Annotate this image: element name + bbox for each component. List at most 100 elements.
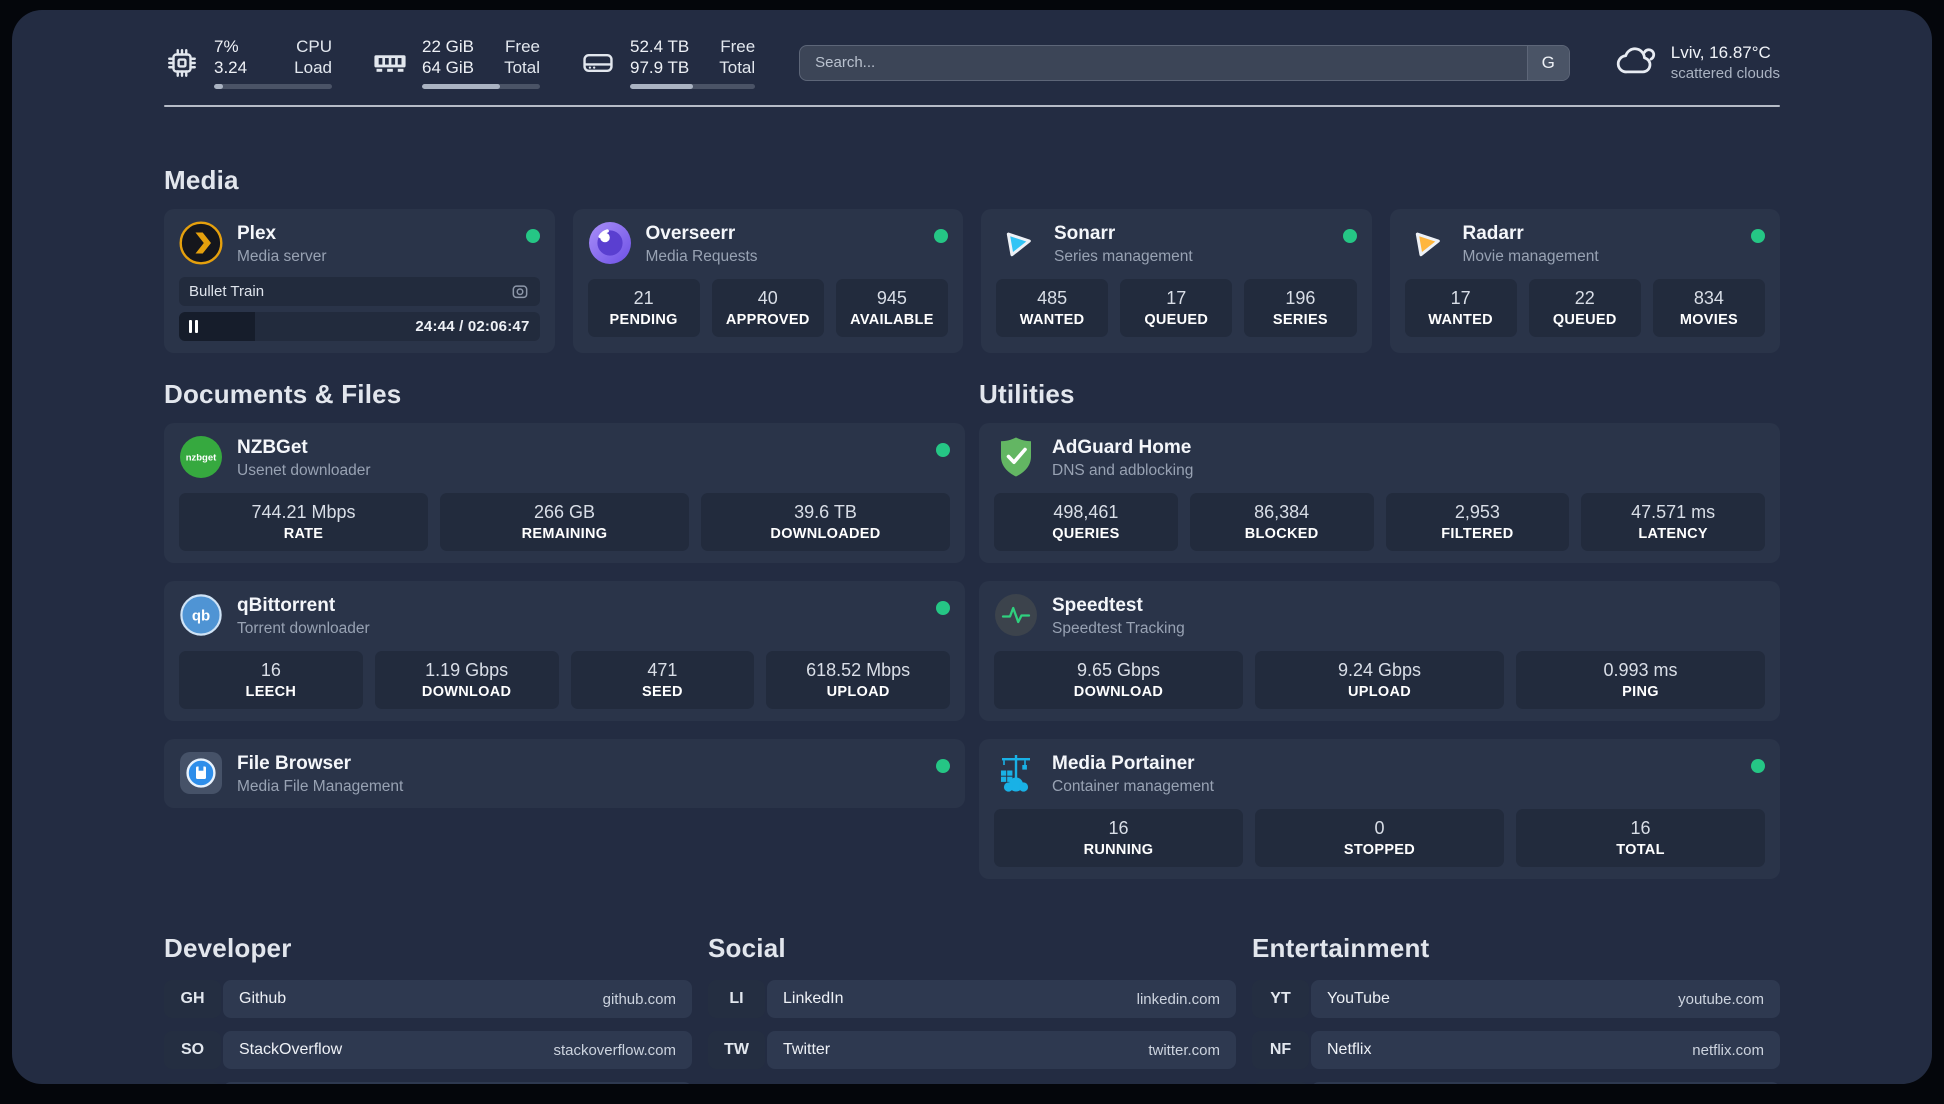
link-main[interactable]: Redditreddit.com: [1311, 1082, 1780, 1084]
link-main[interactable]: YouTube youtube.com: [1311, 980, 1780, 1018]
stat-label: UPLOAD: [1347, 684, 1412, 700]
app-card-speedtest[interactable]: Speedtest Speedtest Tracking 9.65 Gbps DOWN…: [979, 581, 1780, 721]
link-row-twitter[interactable]: TW Twitter twitter.com: [708, 1031, 1236, 1069]
stat-box: 485 WANTED: [996, 279, 1109, 337]
link-row-github[interactable]: GH Github github.com: [164, 980, 692, 1018]
stat-label: TOTAL: [1616, 842, 1665, 858]
link-row-youtube[interactable]: YT YouTube youtube.com: [1252, 980, 1780, 1018]
link-url: linkedin.com: [1136, 990, 1220, 1008]
stat-label: REMAINING: [521, 526, 608, 542]
app-card-media-portainer[interactable]: Media Portainer Container management 16 RUN…: [979, 739, 1780, 879]
link-row-stackoverflow[interactable]: SO StackOverflow stackoverflow.com: [164, 1031, 692, 1069]
metric-values: 22 GiB Free 64 GiB Total: [422, 36, 540, 89]
metric-label: Free: [720, 37, 756, 56]
app-name: AdGuard Home: [1052, 437, 1192, 458]
stat-value: 9.24 Gbps: [1337, 660, 1422, 680]
stat-label: SERIES: [1272, 312, 1328, 328]
app-card-text: AdGuard Home DNS and adblocking: [1052, 435, 1765, 480]
stat-box: 17 QUEUED: [1120, 279, 1233, 337]
stat-box: 744.21 Mbps RATE: [179, 493, 428, 551]
stat-label: LEECH: [245, 684, 297, 700]
stat-box: 1.19 Gbps DOWNLOAD: [374, 651, 559, 709]
app-card-header: nzbget NZBGet Usenet downloader: [179, 435, 950, 480]
status-online-dot: [936, 601, 950, 615]
link-rows: YT YouTube youtube.com NF Netflix netflix.com…: [1252, 980, 1780, 1084]
app-name: File Browser: [237, 753, 352, 774]
stat-label: WANTED: [1019, 312, 1085, 328]
app-card-nzbget[interactable]: nzbget NZBGet Usenet downloader 744.21 Mbps…: [164, 423, 965, 563]
stat-value: 834: [1693, 288, 1724, 308]
link-url: netflix.com: [1692, 1041, 1764, 1059]
app-card-radarr[interactable]: Radarr Movie management 17 WANTED 22 QUEUED 83…: [1389, 209, 1780, 353]
stat-label: QUEUED: [1552, 312, 1617, 328]
stat-box-row: 744.21 Mbps RATE 266 GB REMAINING 39.6 TB DOW…: [179, 493, 950, 551]
link-url: stackoverflow.com: [553, 1041, 676, 1059]
link-main[interactable]: Netflix netflix.com: [1311, 1031, 1780, 1069]
metric-value: 64 GiB: [422, 58, 474, 77]
cpu-icon: [164, 45, 200, 81]
link-sections: Developer GH Github github.com SO StackOverfl…: [164, 933, 1780, 1084]
usage-bar: [214, 84, 332, 89]
stat-box-row: 16 RUNNING 0 STOPPED 16 TOTAL: [994, 809, 1765, 867]
app-card-plex[interactable]: Plex Media server Bullet Train 24:44 / 02:0…: [164, 209, 555, 353]
stat-label: WANTED: [1428, 312, 1493, 328]
metric-value: 7%: [214, 37, 239, 56]
stat-box: 21 PENDING: [587, 279, 700, 337]
stat-label: RUNNING: [1083, 842, 1154, 858]
metric-label: Total: [719, 58, 756, 77]
stat-label: STOPPED: [1343, 842, 1416, 858]
link-main[interactable]: DEVdev.to: [223, 1082, 692, 1084]
stat-box-row: 485 WANTED 17 QUEUED 196 SERIES: [996, 279, 1357, 337]
weather-condition: scattered clouds: [1670, 65, 1780, 82]
search-input[interactable]: [800, 54, 1527, 71]
pause-button[interactable]: [189, 320, 198, 333]
playback-time: 24:44 / 02:06:47: [415, 318, 530, 335]
app-card-header: AdGuard Home DNS and adblocking: [994, 435, 1765, 480]
usage-bar-fill: [422, 84, 500, 89]
app-card-file-browser[interactable]: File Browser Media File Management: [164, 739, 965, 808]
app-card-header: qb qBittorrent Torrent downloader: [179, 593, 950, 638]
status-online-dot: [936, 759, 950, 773]
app-card-header: Overseerr Media Requests: [588, 221, 948, 266]
section-social: Social LI LinkedIn linkedin.com TW Twitter twi…: [708, 933, 1236, 1084]
stat-value: 16: [1630, 818, 1651, 838]
stat-label: DOWNLOAD: [421, 684, 512, 700]
stat-value: 618.52 Mbps: [806, 660, 911, 680]
stat-value: 266 GB: [533, 502, 596, 522]
stat-box: 498,461 QUERIES: [994, 493, 1178, 551]
stat-box: 47.571 ms LATENCY: [1581, 493, 1765, 551]
link-main[interactable]: LinkedIn linkedin.com: [767, 980, 1236, 1018]
stat-label: FILTERED: [1441, 526, 1514, 542]
section-title-documents: Documents & Files: [164, 379, 402, 409]
app-card-text: Radarr Movie management: [1463, 221, 1738, 266]
qbittorrent-icon: qb: [179, 593, 223, 637]
overseerr-icon: [588, 221, 632, 265]
stat-value: 471: [647, 660, 678, 680]
stat-box-row: 498,461 QUERIES 86,384 BLOCKED 2,953 FILTERED…: [994, 493, 1765, 551]
link-main[interactable]: StackOverflow stackoverflow.com: [223, 1031, 692, 1069]
link-row-dev[interactable]: DTDEVdev.to: [164, 1082, 692, 1084]
status-online-dot: [1342, 229, 1357, 243]
stat-value: 17: [1450, 288, 1471, 308]
app-card-sonarr[interactable]: Sonarr Series management 485 WANTED 17 QUEUED…: [981, 209, 1372, 353]
app-card-qbittorrent[interactable]: qb qBittorrent Torrent downloader 16 LEECH 1.…: [164, 581, 965, 721]
app-name: Sonarr: [1054, 223, 1116, 244]
usage-bar-fill: [214, 84, 224, 89]
search-engine-button[interactable]: G: [1526, 45, 1569, 80]
link-row-reddit[interactable]: RERedditreddit.com: [1252, 1082, 1780, 1084]
link-main[interactable]: Github github.com: [223, 980, 692, 1018]
playback-progress-bar[interactable]: 24:44 / 02:06:47: [179, 312, 540, 341]
adguard-icon: [994, 435, 1038, 479]
link-row-linkedin[interactable]: LI LinkedIn linkedin.com: [708, 980, 1236, 1018]
metric-row: 52.4 TB Free: [630, 36, 755, 57]
app-card-overseerr[interactable]: Overseerr Media Requests 21 PENDING 40 APPROV…: [572, 209, 963, 353]
link-abbreviation: TW: [708, 1031, 765, 1069]
link-name: YouTube: [1327, 990, 1390, 1007]
link-main[interactable]: Twitter twitter.com: [767, 1031, 1236, 1069]
app-card-adguard-home[interactable]: AdGuard Home DNS and adblocking 498,461 QUE…: [979, 423, 1780, 563]
link-row-netflix[interactable]: NF Netflix netflix.com: [1252, 1031, 1780, 1069]
link-abbreviation: RE: [1252, 1082, 1309, 1084]
stat-value: 16: [1108, 818, 1129, 838]
app-name: Radarr: [1462, 223, 1524, 244]
metric-label: Free: [505, 37, 540, 56]
